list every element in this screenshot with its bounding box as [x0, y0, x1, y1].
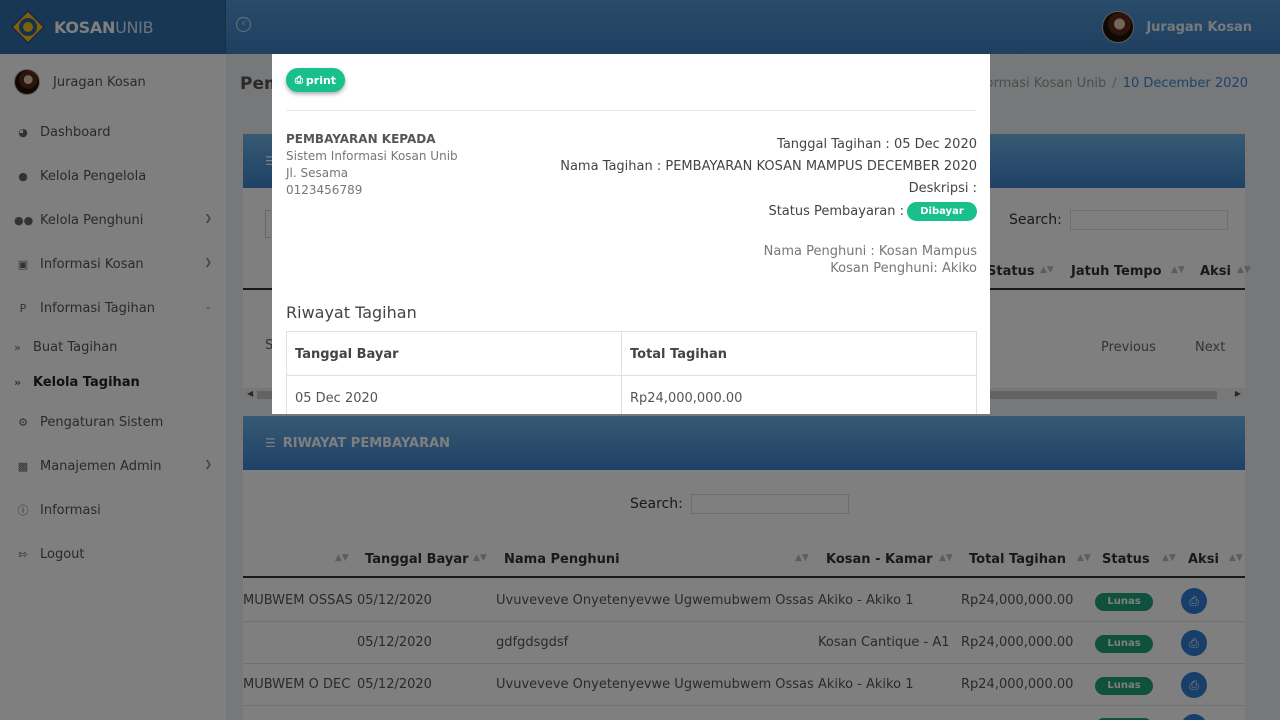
column-header: Tanggal Bayar [287, 332, 622, 376]
print-button[interactable]: ⎙ print [286, 68, 345, 92]
history-title: Riwayat Tagihan [286, 303, 417, 322]
pay-to-heading: PEMBAYARAN KEPADA [286, 132, 436, 146]
history-header: Tanggal Bayar Total Tagihan [287, 332, 976, 376]
status-badge: Dibayar [907, 202, 977, 221]
tenant-kosan: Kosan Penghuni: Akiko [830, 261, 977, 276]
column-header: Total Tagihan [630, 346, 728, 362]
history-table: Tanggal Bayar Total Tagihan 05 Dec 2020 … [286, 331, 977, 414]
print-icon: ⎙ [294, 74, 303, 86]
tenant-name: Nama Penghuni : Kosan Mampus [763, 244, 977, 259]
pay-to-line: 0123456789 [286, 183, 363, 197]
pay-to-block: PEMBAYARAN KEPADA Sistem Informasi Kosan… [286, 131, 458, 199]
divider [286, 110, 976, 111]
invoice-date: Tanggal Tagihan : 05 Dec 2020 [777, 137, 977, 152]
invoice-description: Deskripsi : [908, 181, 977, 196]
history-date: 05 Dec 2020 [287, 376, 622, 414]
invoice-modal: ⎙ print PEMBAYARAN KEPADA Sistem Informas… [272, 54, 990, 414]
invoice-name: Nama Tagihan : PEMBAYARAN KOSAN MAMPUS D… [560, 159, 977, 174]
pay-to-line: Jl. Sesama [286, 166, 349, 180]
pay-to-line: Sistem Informasi Kosan Unib [286, 149, 458, 163]
history-total: Rp24,000,000.00 [630, 390, 743, 406]
payment-status-label: Status Pembayaran : [768, 204, 904, 219]
payment-status: Status Pembayaran : Dibayar [768, 202, 977, 221]
history-row: 05 Dec 2020 Rp24,000,000.00 [287, 376, 976, 414]
